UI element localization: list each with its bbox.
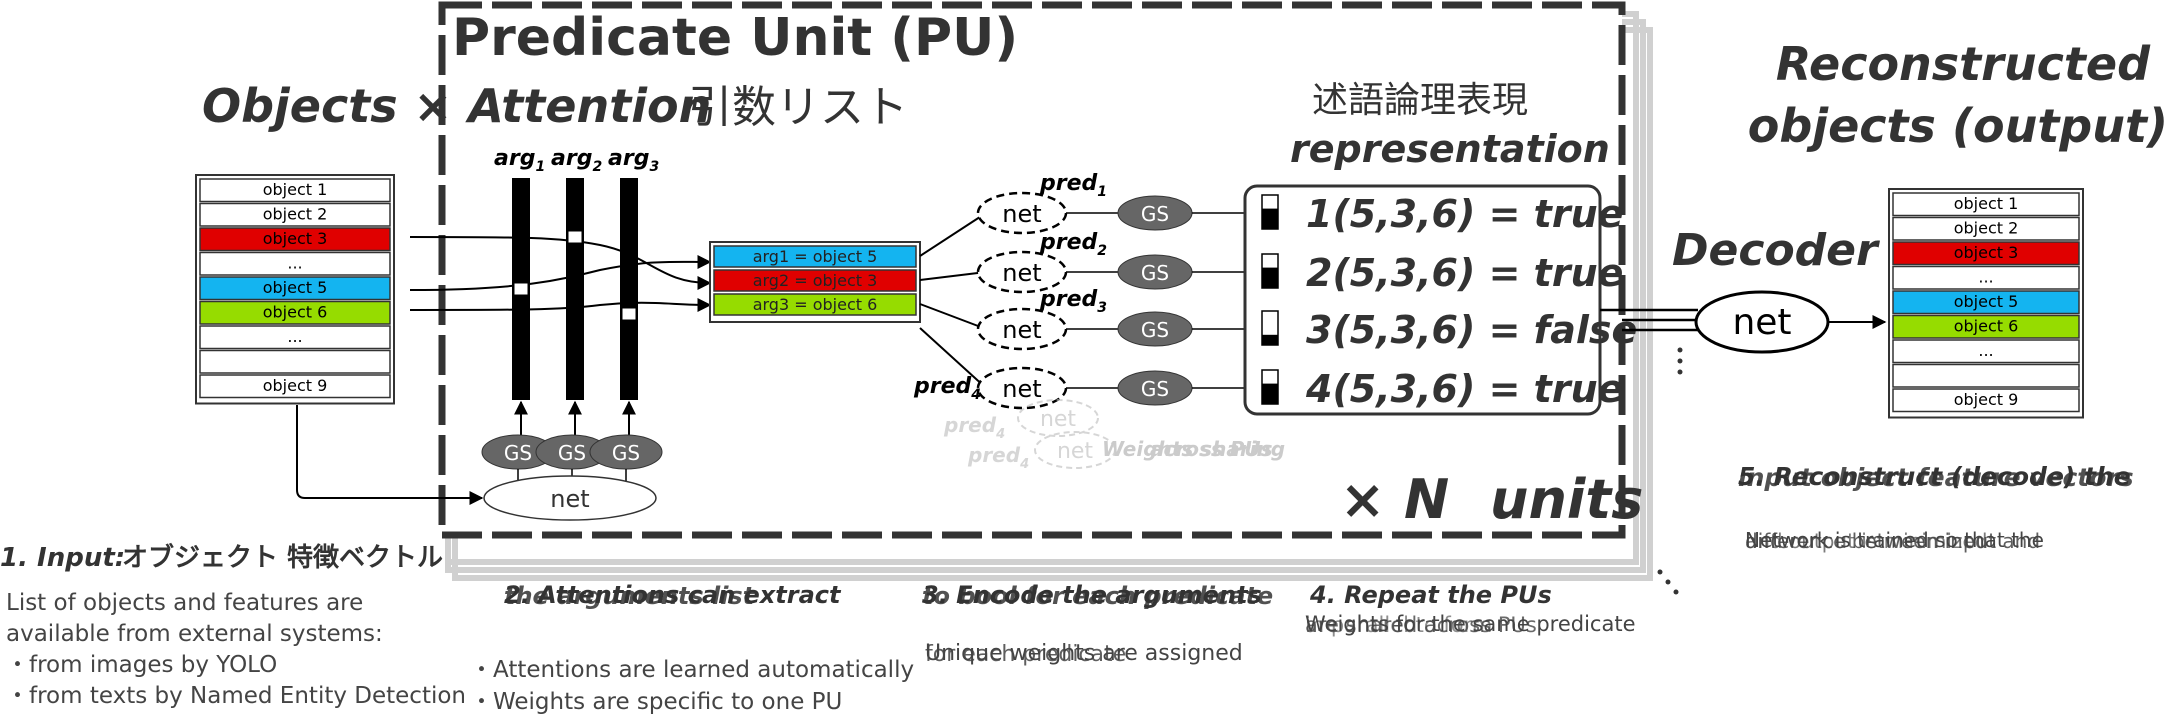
input-object-label-9: object 9 bbox=[263, 376, 328, 395]
pred-label-2: pred2 bbox=[1039, 230, 1107, 259]
args-list-jp: 引数リスト bbox=[688, 82, 908, 133]
output-object-list: object 1 object 2 object 3... object 5 objec… bbox=[1888, 188, 2084, 419]
input-object-label-2: object 2 bbox=[263, 205, 328, 224]
output-object-label-9: object 9 bbox=[1954, 390, 2019, 409]
arg-label-1: arg bbox=[494, 146, 535, 171]
output-object-label-5: object 5 bbox=[1954, 292, 2019, 311]
output-object-row-8 bbox=[1892, 363, 2080, 388]
input-object-label-4: ... bbox=[287, 254, 302, 273]
step3-line-b: for each predicate bbox=[925, 642, 1126, 667]
input-object-label-6: object 6 bbox=[263, 303, 328, 322]
ghost-pred-1: pred bbox=[943, 413, 997, 437]
input-object-label-5: object 5 bbox=[263, 278, 328, 297]
pred-label-3: pred3 bbox=[1039, 287, 1107, 316]
step-5: 5. Reconstruct (decode) the input object… bbox=[1738, 462, 2134, 553]
step5-line-c: and output is minimized bbox=[1745, 529, 1987, 553]
step4-title: 4. Repeat the PUs bbox=[1309, 581, 1552, 609]
units-label: units bbox=[1490, 468, 1643, 531]
output-object-label-2: object 2 bbox=[1954, 219, 2019, 238]
arg-assignment-label-2: arg2 = object 3 bbox=[753, 271, 878, 290]
step5-title-b: input object feature vectors bbox=[1738, 463, 2134, 492]
arg-labels: arg1 arg2 arg3 bbox=[494, 146, 659, 175]
svg-text:GS: GS bbox=[504, 441, 532, 465]
objects-attention-title: Objects × Attention bbox=[202, 79, 711, 133]
arg-assignment-label-3: arg3 = object 6 bbox=[753, 295, 878, 314]
attention-net: net bbox=[483, 475, 657, 521]
output-object-label-7: ... bbox=[1978, 341, 1993, 360]
attention-bar-2 bbox=[566, 178, 584, 400]
step3-title-b: to bool for each predicate bbox=[922, 582, 1273, 610]
input-object-list: object 1 object 2 object 3... object 5 objec… bbox=[195, 174, 395, 405]
svg-text:net: net bbox=[1057, 439, 1093, 464]
pred-gs-label-3: GS bbox=[1141, 318, 1169, 342]
pred-gs-label-4: GS bbox=[1141, 377, 1169, 401]
arg-sub-1: 1 bbox=[535, 159, 545, 175]
arg-assignment-label-1: arg1 = object 5 bbox=[753, 247, 878, 266]
truth-indicator-fill-4 bbox=[1262, 383, 1278, 404]
step1-line-2: available from external systems: bbox=[6, 621, 383, 647]
reconstructed-title-2: objects (output) bbox=[1748, 99, 2168, 153]
step-4: 4. Repeat the PUs Weights for the same p… bbox=[1305, 581, 1635, 637]
step2-line-2: ・Weights are specific to one PU bbox=[470, 689, 842, 715]
step1-line-3: ・from images by YOLO bbox=[6, 652, 277, 678]
step4-line-c: in parallel to form bbox=[1305, 613, 1492, 637]
step1-title-a: 1. Input: bbox=[0, 543, 125, 573]
ghost-pred-2: pred bbox=[967, 443, 1021, 467]
decoder-net: net bbox=[1694, 290, 1830, 354]
pred-expression-2: 2(5,3,6) = true bbox=[1306, 251, 1623, 295]
attention-marker-1 bbox=[513, 282, 529, 296]
svg-text:GS: GS bbox=[612, 441, 640, 465]
ghost-across-pus: across PUs bbox=[1150, 437, 1273, 461]
pred-net-label-4: net bbox=[1002, 375, 1041, 403]
arg-sub-2: 2 bbox=[592, 159, 602, 175]
pred-net-label-3: net bbox=[1002, 316, 1041, 344]
pu-title: Predicate Unit (PU) bbox=[452, 8, 1018, 68]
step-3: 3. Encode the arguments to bool for each… bbox=[922, 581, 1273, 667]
logic-jp: 述語論理表現 bbox=[1312, 80, 1528, 121]
arg-label-3: arg bbox=[608, 146, 649, 171]
step2-title-b: the arguments list bbox=[504, 582, 756, 610]
step1-title-b: オブジェクト 特徴ベクトル bbox=[122, 542, 443, 573]
input-object-label-7: ... bbox=[287, 327, 302, 346]
x-n-label: × N bbox=[1340, 468, 1449, 531]
truth-indicator-fill-1 bbox=[1262, 208, 1278, 229]
pred-net-label-1: net bbox=[1002, 200, 1041, 228]
pred-label-4: pred4 bbox=[913, 374, 981, 403]
input-object-label-1: object 1 bbox=[263, 180, 328, 199]
svg-text:net: net bbox=[1040, 407, 1076, 432]
pred-expression-1: 1(5,3,6) = true bbox=[1306, 192, 1623, 236]
attention-marker-2 bbox=[567, 230, 583, 244]
pred-label-1: pred1 bbox=[1039, 171, 1107, 200]
arg-sub-3: 3 bbox=[649, 159, 659, 175]
step-2: 2. Attentions can extract the arguments … bbox=[470, 581, 914, 715]
step2-line-1: ・Attentions are learned automatically bbox=[470, 657, 914, 683]
svg-text:net: net bbox=[550, 485, 589, 513]
pred-gs-label-2: GS bbox=[1141, 261, 1169, 285]
pred-expression-4: 4(5,3,6) = true bbox=[1305, 367, 1623, 411]
arg-label-2: arg bbox=[551, 146, 592, 171]
truth-indicator-fill-3 bbox=[1262, 334, 1278, 345]
pred-expression-3: 3(5,3,6) = false bbox=[1306, 308, 1637, 352]
svg-text:net: net bbox=[1732, 302, 1791, 343]
decoder-title: Decoder bbox=[1672, 225, 1880, 276]
reconstructed-title-1: Reconstructed bbox=[1776, 37, 2151, 91]
attention-gs-3: GS bbox=[589, 434, 663, 470]
output-object-label-1: object 1 bbox=[1954, 194, 2019, 213]
step-1: 1. Input: オブジェクト 特徴ベクトル List of objects … bbox=[0, 542, 466, 709]
pu-diagram: Predicate Unit (PU) Objects × Attention … bbox=[0, 1, 2168, 715]
input-object-label-3: object 3 bbox=[263, 229, 328, 248]
step1-line-1: List of objects and features are bbox=[6, 590, 363, 616]
pred-net-label-2: net bbox=[1002, 259, 1041, 287]
output-object-label-6: object 6 bbox=[1954, 317, 2019, 336]
representation-title: representation bbox=[1290, 127, 1610, 171]
output-object-label-4: ... bbox=[1978, 268, 1993, 287]
attention-marker-3 bbox=[621, 307, 637, 321]
attention-bar-3 bbox=[620, 178, 638, 400]
input-object-row-8 bbox=[199, 349, 391, 374]
svg-text:GS: GS bbox=[558, 441, 586, 465]
output-object-label-3: object 3 bbox=[1954, 243, 2019, 262]
step1-line-4: ・from texts by Named Entity Detection bbox=[6, 683, 466, 709]
truth-indicator-fill-2 bbox=[1262, 267, 1278, 288]
pred-gs-label-1: GS bbox=[1141, 202, 1169, 226]
